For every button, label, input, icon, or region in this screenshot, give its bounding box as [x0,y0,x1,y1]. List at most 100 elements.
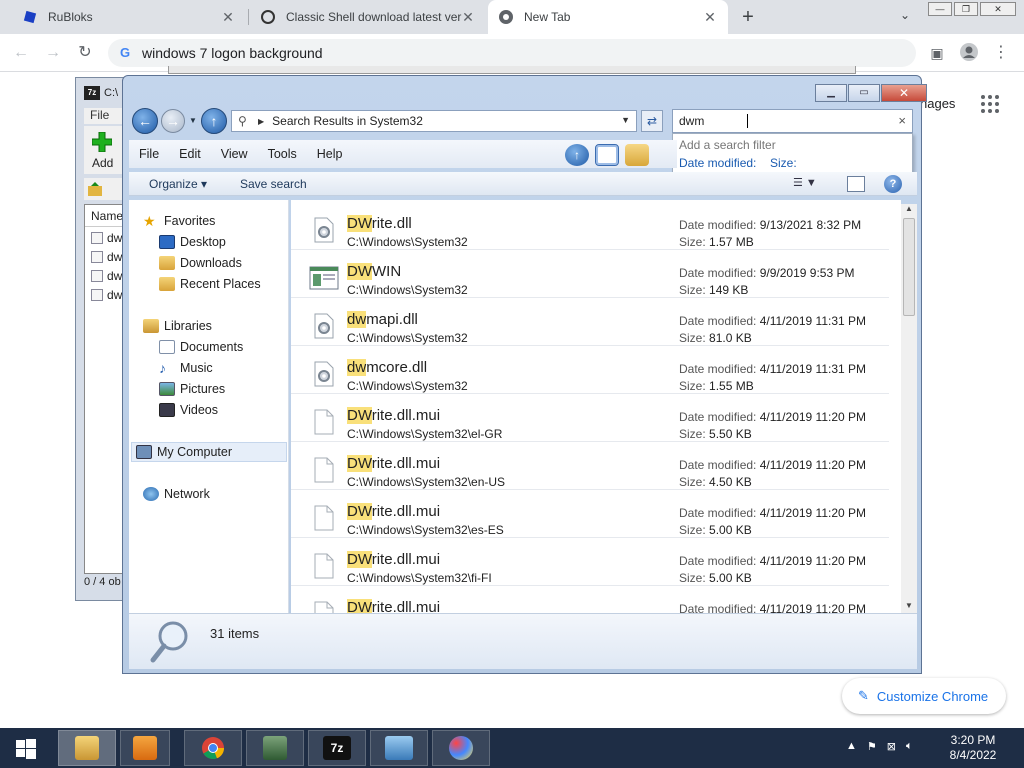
list-item[interactable]: DWrite.dll.mui C:\Windows\System32\fi-FI D… [291,538,889,586]
close-icon[interactable]: ✕ [702,9,718,25]
list-item[interactable]: DWrite.dll.mui C:\Windows\System32\en-US D… [291,442,889,490]
search-input[interactable]: dwm × [672,109,913,133]
side-panel-icon[interactable]: ▣ [926,42,948,64]
address-dropdown-icon[interactable]: ▼ [621,115,630,125]
kebab-menu-icon[interactable]: ⋮ [990,42,1012,64]
nav-desktop[interactable]: Desktop [159,233,226,251]
nav-documents[interactable]: Documents [159,338,243,356]
filter-date-modified[interactable]: Date modified: [679,156,756,170]
action-center-icon[interactable]: ⚑ [867,740,877,753]
navigation-pane-icon[interactable] [595,144,619,166]
google-apps-icon[interactable] [980,94,1000,114]
list-item[interactable]: DWrite.dll.mui C:\Windows\System32\el-GR D… [291,394,889,442]
folder-up-icon[interactable] [87,181,103,197]
back-arrow-icon[interactable]: ← [10,42,32,64]
vertical-scrollbar[interactable]: ▲ ▼ [901,204,917,613]
menu-tools[interactable]: Tools [258,147,307,161]
nav-videos[interactable]: Videos [159,401,218,419]
file-size: Size: 81.0 KB [679,331,752,345]
list-item[interactable]: DWWIN C:\Windows\System32 Date modified: 9… [291,250,889,298]
filter-size[interactable]: Size: [770,156,797,170]
taskbar-7zip[interactable]: 7z [308,730,366,766]
customize-chrome-button[interactable]: ✎ Customize Chrome [842,678,1006,714]
history-dropdown-icon[interactable]: ▼ [189,116,199,126]
file-name-rest: rite.dll.mui [371,599,441,613]
taskbar-remote-desktop[interactable] [246,730,304,766]
close-button[interactable]: ✕ [881,84,927,102]
nav-downloads[interactable]: Downloads [159,254,242,272]
close-window-button[interactable]: ✕ [980,2,1016,16]
help-icon[interactable]: ? [884,175,902,193]
7zip-window[interactable]: 7z C:\ File Add Name dw dw dw dw 0 / 4 o… [75,77,128,601]
menu-help[interactable]: Help [307,147,353,161]
nav-music[interactable]: ♪ Music [159,359,213,377]
change-view-icon[interactable]: ☰ ▼ [793,176,833,192]
scroll-thumb[interactable] [903,218,915,316]
windows-start-icon[interactable] [16,739,36,759]
list-item[interactable]: dw [85,246,127,265]
nav-my-computer[interactable]: My Computer [131,442,287,462]
back-button[interactable]: ← [132,108,158,134]
maximize-button[interactable]: ❐ [954,2,978,16]
list-item[interactable]: DWrite.dll.mui C:\Windows\System32\es-ES D… [291,490,889,538]
minimize-button[interactable]: — [928,2,952,16]
7zip-column-name[interactable]: Name [85,205,127,227]
organize-button[interactable]: Organize ▾ [149,177,207,191]
minimize-button[interactable]: ▁ [815,84,847,102]
tab-new-tab[interactable]: New Tab ✕ [488,0,728,34]
window-controls: ▁ ▭ ✕ [815,84,928,102]
media-player-icon [133,736,157,760]
breadcrumb[interactable]: Search Results in System32 [272,114,423,128]
network-status-icon[interactable]: ⊠ [887,740,896,753]
address-bar[interactable]: ⚲ ▶ Search Results in System32 ▼ [231,110,637,132]
tray-overflow-icon[interactable]: ▲ [846,740,857,753]
taskbar-chrome[interactable] [184,730,242,766]
list-item[interactable]: dwmcore.dll C:\Windows\System32 Date modif… [291,346,889,394]
taskbar-explorer[interactable] [58,730,116,766]
forward-button[interactable]: → [161,109,185,133]
nav-pictures[interactable]: Pictures [159,380,225,398]
maximize-button[interactable]: ▭ [848,84,880,102]
clear-search-icon[interactable]: × [898,110,906,132]
list-item[interactable]: dw [85,284,127,303]
nav-libraries[interactable]: Libraries [143,317,212,335]
taskbar-media-player[interactable] [120,730,170,766]
up-level-button[interactable]: ↑ [201,108,227,134]
list-item[interactable]: dwmapi.dll C:\Windows\System32 Date modifi… [291,298,889,346]
blank-file-icon [309,456,337,484]
tab-classic-shell[interactable]: Classic Shell download latest ver ✕ [250,0,486,34]
nav-favorites[interactable]: ★ Favorites [143,212,215,230]
taskbar-photo-viewer[interactable] [370,730,428,766]
close-icon[interactable]: ✕ [460,9,476,25]
forward-arrow-icon[interactable]: → [42,42,64,64]
scroll-up-icon[interactable]: ▲ [903,204,915,216]
tab-rubloks[interactable]: RuBloks ✕ [12,0,246,34]
menu-edit[interactable]: Edit [169,147,211,161]
scroll-down-icon[interactable]: ▼ [903,601,915,613]
up-arrow-icon[interactable]: ↑ [565,144,589,166]
volume-icon[interactable]: 🔈︎ [906,740,913,753]
profile-avatar-icon[interactable] [958,42,980,64]
list-item[interactable]: dw [85,265,127,284]
nav-recent-places[interactable]: Recent Places [159,275,261,293]
breadcrumb-arrow-icon[interactable]: ▶ [258,117,264,126]
nav-network[interactable]: Network [143,485,210,503]
clock[interactable]: 3:20 PM 8/4/2022 [948,733,998,763]
list-item[interactable]: DWrite.dll C:\Windows\System32 Date modifi… [291,202,889,250]
list-item[interactable]: DWrite.dll.mui Date modified: 4/11/2019 1… [291,586,889,613]
save-search-button[interactable]: Save search [240,177,307,191]
folder-options-icon[interactable] [625,144,649,166]
menu-view[interactable]: View [211,147,258,161]
7zip-logo-icon: 7z [84,86,100,100]
omnibox[interactable]: G windows 7 logon background [108,39,916,67]
7zip-title: C:\ [104,87,119,99]
list-item[interactable]: dw [85,227,127,246]
menu-file[interactable]: File [129,147,169,161]
new-tab-button[interactable]: + [738,7,758,27]
refresh-button[interactable]: ⇄ [641,110,663,132]
reload-icon[interactable]: ↻ [74,42,96,64]
preview-pane-icon[interactable] [847,176,865,192]
close-icon[interactable]: ✕ [220,9,236,25]
tab-search-chevron-icon[interactable]: ⌄ [896,8,914,26]
taskbar-paint[interactable] [432,730,490,766]
